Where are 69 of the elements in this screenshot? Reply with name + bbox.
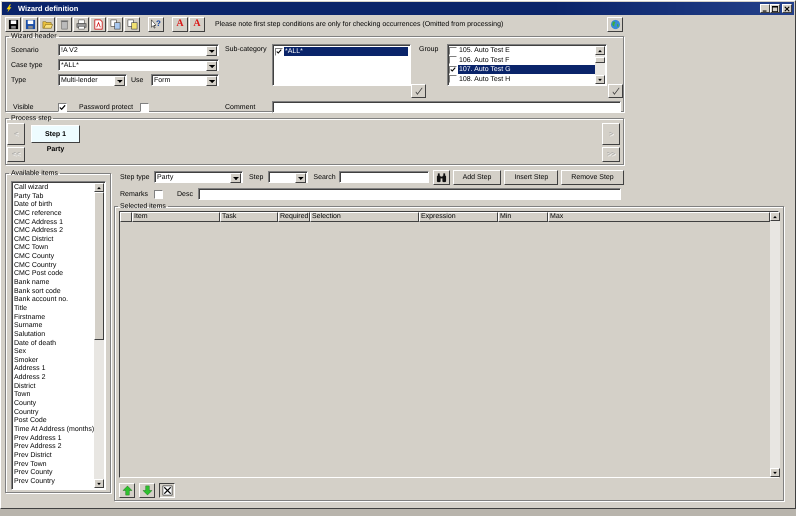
up-triangle-icon	[772, 214, 778, 220]
printer-icon	[76, 18, 86, 30]
folder-icon	[42, 18, 52, 30]
documents-icon	[126, 18, 138, 30]
scroll-thumb[interactable]	[94, 192, 104, 340]
scroll-thumb[interactable]	[595, 57, 605, 63]
apply-button[interactable]	[608, 84, 623, 98]
scroll-up-button[interactable]	[770, 212, 780, 221]
scroll-down-button[interactable]	[770, 468, 780, 477]
close-icon	[784, 6, 790, 12]
checkmark-icon	[414, 87, 422, 95]
toolbar-button[interactable]: ?	[148, 16, 164, 32]
toolbar-button[interactable]	[124, 16, 140, 32]
checkbox[interactable]	[58, 103, 67, 112]
documents-icon	[110, 18, 120, 30]
checkbox[interactable]	[140, 103, 150, 112]
up-triangle-icon	[597, 48, 603, 54]
toolbar-button[interactable]	[39, 16, 55, 32]
close-button[interactable]	[782, 4, 792, 13]
move-up-button[interactable]	[119, 483, 135, 498]
column-header[interactable]	[120, 212, 132, 222]
search-button[interactable]	[432, 170, 450, 184]
scrollbar[interactable]	[94, 183, 104, 488]
down-triangle-icon	[597, 76, 603, 82]
checkbox[interactable]	[154, 190, 163, 198]
toolbar-button[interactable]	[22, 16, 38, 32]
document-icon	[92, 18, 104, 30]
toolbar-button[interactable]	[73, 16, 89, 32]
pointer-help-icon	[151, 19, 156, 29]
checkbox[interactable]	[449, 46, 457, 55]
search-field[interactable]	[338, 171, 429, 183]
up-arrow-icon	[122, 485, 132, 496]
toolbar-button[interactable]	[5, 16, 21, 32]
up-triangle-icon	[96, 184, 102, 190]
question-mark: ?	[156, 20, 161, 28]
scrollbar[interactable]	[595, 46, 605, 84]
down-triangle-icon	[96, 480, 102, 486]
scroll-up-button[interactable]	[595, 46, 605, 55]
globe-icon	[610, 18, 620, 30]
checkbox[interactable]	[449, 66, 457, 74]
checkbox[interactable]	[275, 48, 283, 56]
remove-button[interactable]	[159, 483, 175, 498]
font-icon: A	[193, 19, 201, 29]
lightning-icon	[5, 4, 13, 13]
checkmark-icon	[612, 87, 620, 95]
toolbar-button[interactable]	[90, 16, 106, 32]
toolbar-button[interactable]	[107, 16, 123, 32]
maximize-button[interactable]	[770, 4, 780, 13]
apply-button[interactable]	[411, 84, 426, 98]
refresh-button[interactable]	[607, 16, 623, 32]
font-icon: A	[176, 19, 184, 29]
move-down-button[interactable]	[139, 483, 155, 498]
toolbar-button[interactable]	[56, 16, 72, 32]
step-dropdown[interactable]	[268, 171, 308, 183]
minimize-button[interactable]	[760, 4, 770, 13]
maximize-icon	[772, 6, 778, 12]
checkbox[interactable]	[449, 56, 457, 64]
down-triangle-icon	[772, 470, 778, 476]
scroll-up-button[interactable]	[94, 183, 104, 192]
down-arrow-icon	[142, 485, 152, 496]
binoculars-icon	[436, 172, 447, 182]
scroll-down-button[interactable]	[94, 479, 104, 488]
comment-field[interactable]	[272, 101, 621, 113]
checkbox[interactable]	[449, 75, 457, 84]
cross-icon	[162, 485, 172, 496]
scrollbar[interactable]	[770, 212, 780, 477]
trash-can-icon	[58, 18, 70, 30]
scroll-down-button[interactable]	[595, 75, 605, 84]
description-field[interactable]	[198, 188, 621, 200]
